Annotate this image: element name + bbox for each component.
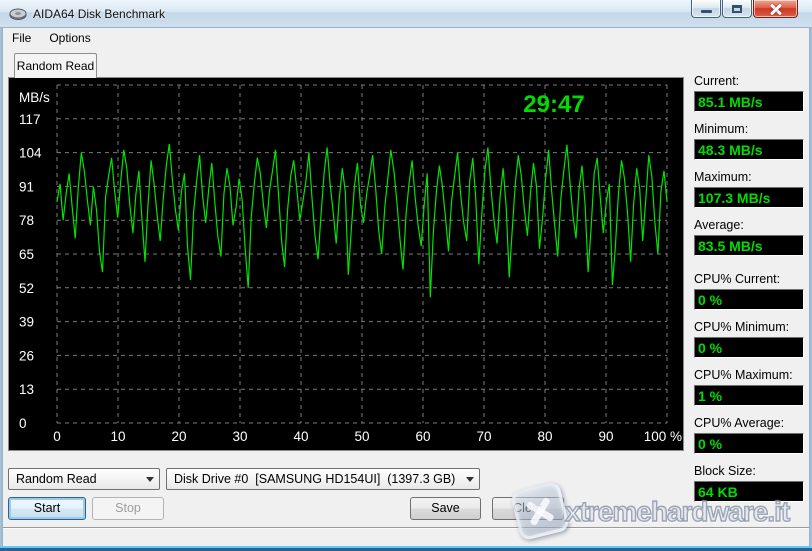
svg-text:0: 0 [53, 429, 61, 444]
benchmark-chart-svg: 117 104 91 78 65 52 39 26 13 0 0 10 20 30 40 50 60 70 80 90… [9, 78, 683, 450]
stat-label: Block Size: [694, 464, 806, 478]
stat-maximum: Maximum: 107.3 MB/s [694, 170, 806, 208]
svg-text:104: 104 [19, 146, 42, 161]
chevron-down-icon [141, 469, 159, 489]
stat-value: 83.5 MB/s [694, 235, 804, 256]
stat-value: 107.3 MB/s [694, 187, 804, 208]
svg-text:29:47: 29:47 [523, 91, 584, 118]
stat-average: Average: 83.5 MB/s [694, 218, 806, 256]
svg-text:50: 50 [354, 429, 369, 444]
svg-text:0: 0 [19, 416, 27, 431]
svg-text:91: 91 [19, 179, 34, 194]
svg-text:13: 13 [19, 382, 34, 397]
stop-button[interactable]: Stop [92, 497, 164, 520]
svg-text:65: 65 [19, 247, 34, 262]
benchmark-chart: 117 104 91 78 65 52 39 26 13 0 0 10 20 30 40 50 60 70 80 90… [8, 77, 684, 451]
drive-select-value: Disk Drive #0 [SAMSUNG HD154UI] (1397.3 … [167, 472, 461, 486]
window-frame-left [0, 28, 3, 551]
maximize-icon [732, 5, 742, 13]
stat-value: 1 % [694, 385, 804, 406]
stat-cpu-minimum: CPU% Minimum: 0 % [694, 320, 806, 358]
app-window: AIDA64 Disk Benchmark File Options Rando… [0, 0, 812, 551]
menu-item-file[interactable]: File [3, 29, 40, 47]
svg-text:78: 78 [19, 213, 34, 228]
window-controls [690, 0, 798, 18]
minimize-icon [701, 10, 712, 13]
svg-text:90: 90 [598, 429, 613, 444]
maximize-button[interactable] [722, 0, 752, 18]
stat-label: Current: [694, 74, 806, 88]
svg-text:80: 80 [537, 429, 552, 444]
stat-label: Average: [694, 218, 806, 232]
chevron-down-icon [461, 469, 479, 489]
start-button[interactable]: Start [8, 497, 86, 520]
svg-text:52: 52 [19, 281, 34, 296]
stat-label: CPU% Minimum: [694, 320, 806, 334]
status-bar [3, 529, 809, 546]
close-icon [770, 3, 782, 15]
stat-label: Minimum: [694, 122, 806, 136]
menu-bar: File Options [3, 28, 809, 48]
svg-text:MB/s: MB/s [19, 90, 50, 105]
benchmark-type-value: Random Read [9, 472, 141, 486]
menu-item-options[interactable]: Options [40, 29, 99, 47]
window-frame-bottom [0, 546, 812, 551]
stat-value: 0 % [694, 337, 804, 358]
save-button[interactable]: Save [410, 497, 481, 520]
tab-random-read[interactable]: Random Read [14, 53, 97, 78]
svg-text:40: 40 [293, 429, 308, 444]
stat-label: Maximum: [694, 170, 806, 184]
clear-button[interactable]: Clear [492, 497, 564, 520]
svg-text:30: 30 [232, 429, 247, 444]
svg-text:60: 60 [415, 429, 430, 444]
stat-cpu-average: CPU% Average: 0 % [694, 416, 806, 454]
stat-value: 48.3 MB/s [694, 139, 804, 160]
tab-label: Random Read [17, 59, 94, 73]
minimize-button[interactable] [691, 0, 721, 18]
svg-text:39: 39 [19, 315, 34, 330]
svg-text:10: 10 [110, 429, 125, 444]
stat-value: 0 % [694, 433, 804, 454]
svg-text:70: 70 [476, 429, 491, 444]
stat-cpu-current: CPU% Current: 0 % [694, 272, 806, 310]
drive-select[interactable]: Disk Drive #0 [SAMSUNG HD154UI] (1397.3 … [166, 468, 480, 490]
title-bar[interactable]: AIDA64 Disk Benchmark [0, 0, 812, 28]
svg-text:117: 117 [19, 112, 41, 127]
stat-block-size: Block Size: 64 KB [694, 464, 806, 502]
stat-current: Current: 85.1 MB/s [694, 74, 806, 112]
stat-label: CPU% Maximum: [694, 368, 806, 382]
stat-label: CPU% Current: [694, 272, 806, 286]
svg-text:20: 20 [171, 429, 186, 444]
stat-minimum: Minimum: 48.3 MB/s [694, 122, 806, 160]
close-button[interactable] [753, 0, 798, 18]
stat-label: CPU% Average: [694, 416, 806, 430]
window-title: AIDA64 Disk Benchmark [33, 7, 165, 21]
benchmark-type-select[interactable]: Random Read [8, 468, 160, 490]
svg-text:26: 26 [19, 348, 34, 363]
stat-value: 64 KB [694, 481, 804, 502]
disk-icon [9, 7, 27, 21]
stat-cpu-maximum: CPU% Maximum: 1 % [694, 368, 806, 406]
svg-text:100 %: 100 % [644, 429, 682, 444]
stat-value: 85.1 MB/s [694, 91, 804, 112]
stat-value: 0 % [694, 289, 804, 310]
